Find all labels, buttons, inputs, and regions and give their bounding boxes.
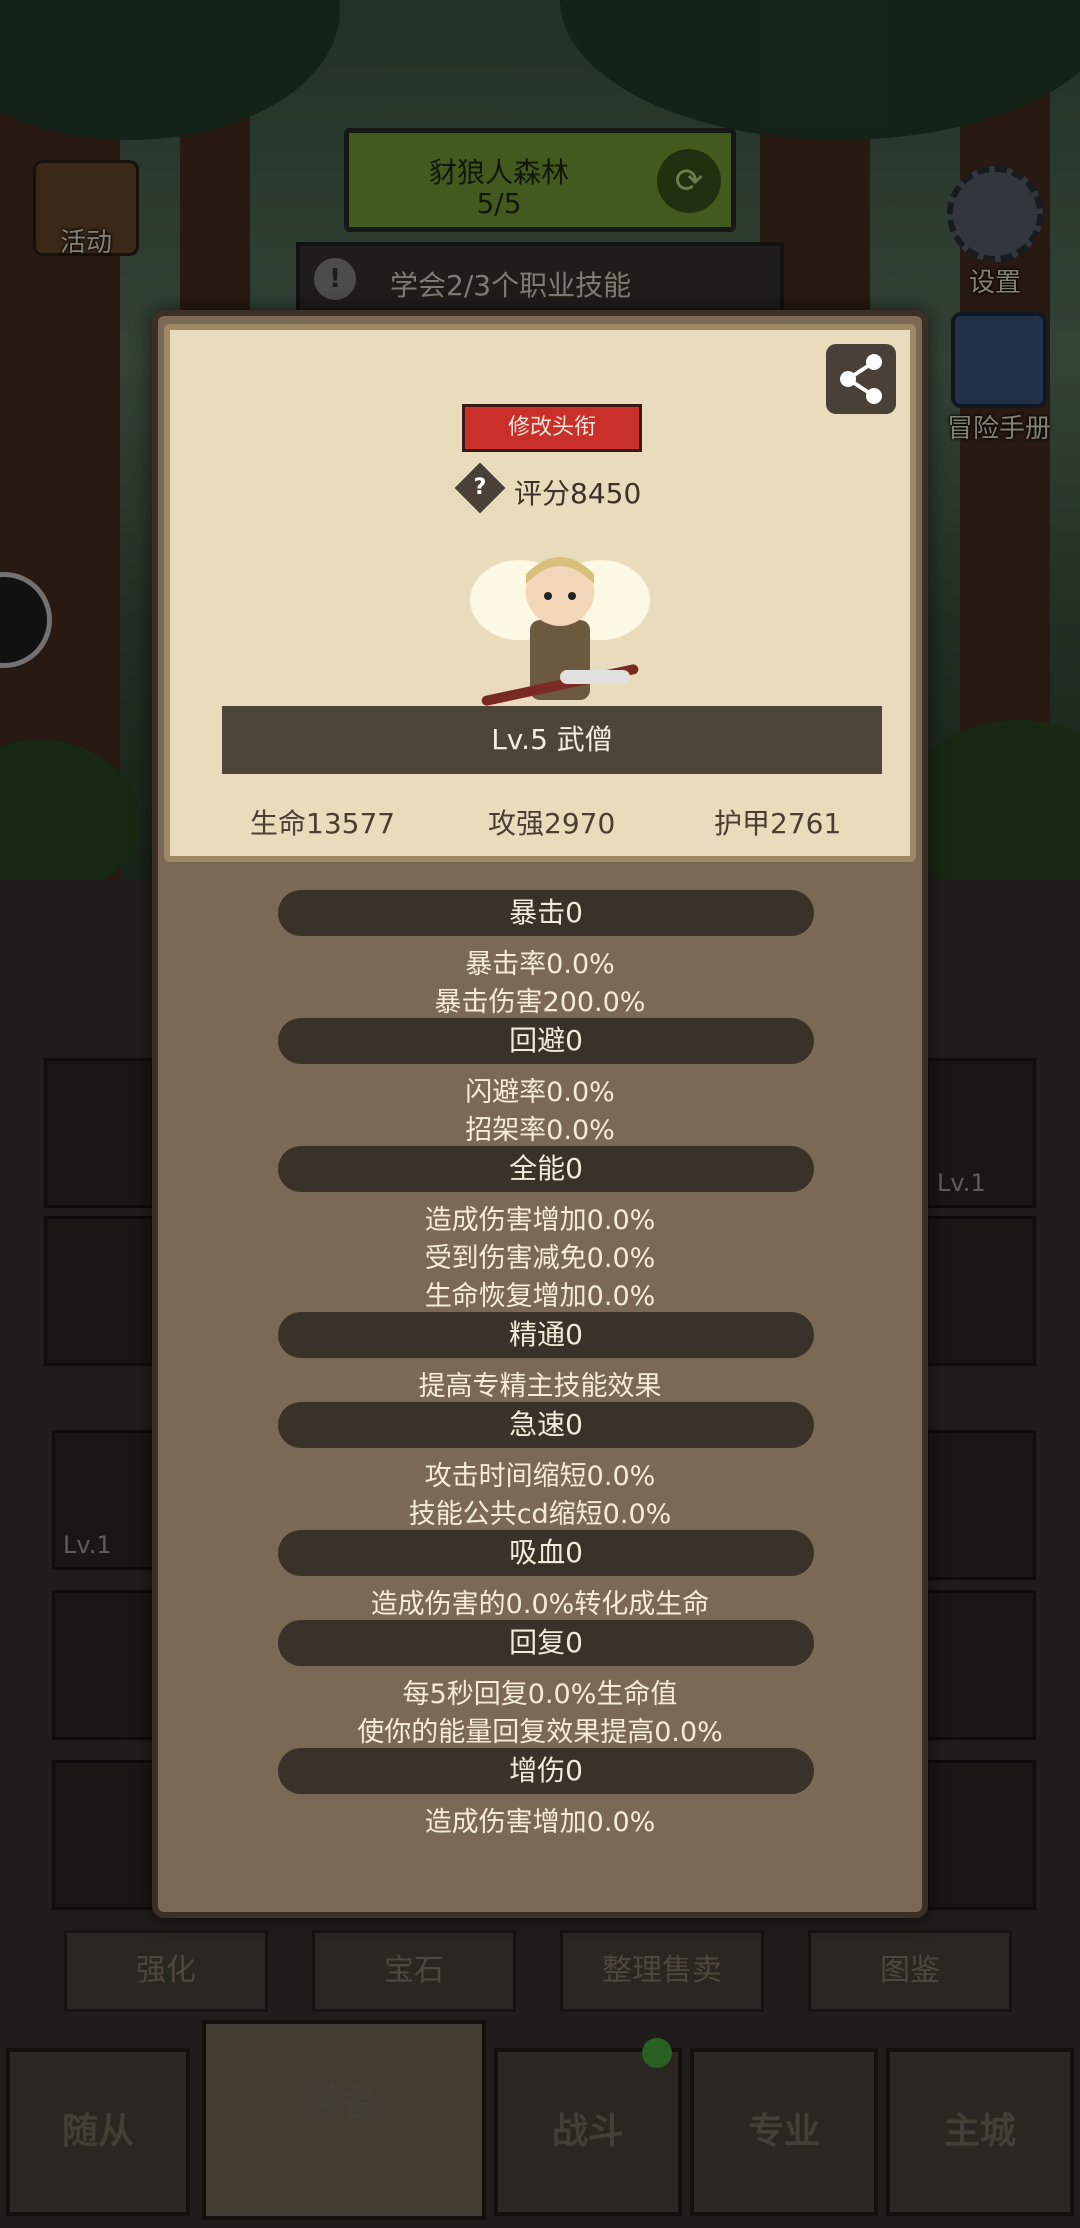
stat-line: 使你的能量回复效果提高0.0% — [357, 1717, 723, 1748]
share-button[interactable] — [826, 344, 896, 414]
stat-line: 造成伤害增加0.0% — [424, 1807, 656, 1838]
stat-header-crit: 暴击0 — [278, 890, 814, 936]
stat-header-avoidance: 回避0 — [278, 1018, 814, 1064]
level-class-bar: Lv.5 武僧 — [222, 706, 882, 774]
attack-value: 攻强2970 — [488, 807, 616, 840]
stat-line: 每5秒回复0.0%生命值 — [402, 1679, 678, 1710]
score-value: 评分8450 — [514, 477, 642, 510]
stat-line: 受到伤害减免0.0% — [424, 1243, 656, 1274]
character-stats-panel: 修改头衔 ? 评分8450 Lv.5 武僧 生命13577 攻强2970 护甲2… — [152, 310, 928, 1918]
stat-line: 闪避率0.0% — [465, 1077, 615, 1108]
profile-card: 修改头衔 ? 评分8450 Lv.5 武僧 生命13577 攻强2970 护甲2… — [164, 324, 916, 862]
stat-header-regen: 回复0 — [278, 1620, 814, 1666]
stat-header-haste: 急速0 — [278, 1402, 814, 1448]
stat-line: 攻击时间缩短0.0% — [424, 1461, 656, 1492]
score-row: ? 评分8450 — [170, 462, 910, 514]
edit-title-button[interactable]: 修改头衔 — [462, 404, 642, 452]
stat-line: 暴击率0.0% — [465, 949, 615, 980]
stat-header-versatility: 全能0 — [278, 1146, 814, 1192]
stat-line: 生命恢复增加0.0% — [424, 1281, 656, 1312]
help-icon[interactable]: ? — [462, 470, 498, 506]
stat-line: 造成伤害的0.0%转化成生命 — [370, 1589, 710, 1620]
stat-line: 提高专精主技能效果 — [418, 1371, 662, 1402]
stat-line: 造成伤害增加0.0% — [424, 1205, 656, 1236]
stat-line: 暴击伤害200.0% — [434, 987, 646, 1018]
stat-header-damage-bonus: 增伤0 — [278, 1748, 814, 1794]
armor-value: 护甲2761 — [714, 807, 842, 840]
character-avatar — [470, 557, 650, 706]
stat-line: 招架率0.0% — [465, 1115, 615, 1146]
hp-value: 生命13577 — [250, 807, 396, 840]
stat-line: 技能公共cd缩短0.0% — [408, 1499, 672, 1530]
stat-header-leech: 吸血0 — [278, 1530, 814, 1576]
share-icon — [840, 354, 882, 404]
stat-header-mastery: 精通0 — [278, 1312, 814, 1358]
